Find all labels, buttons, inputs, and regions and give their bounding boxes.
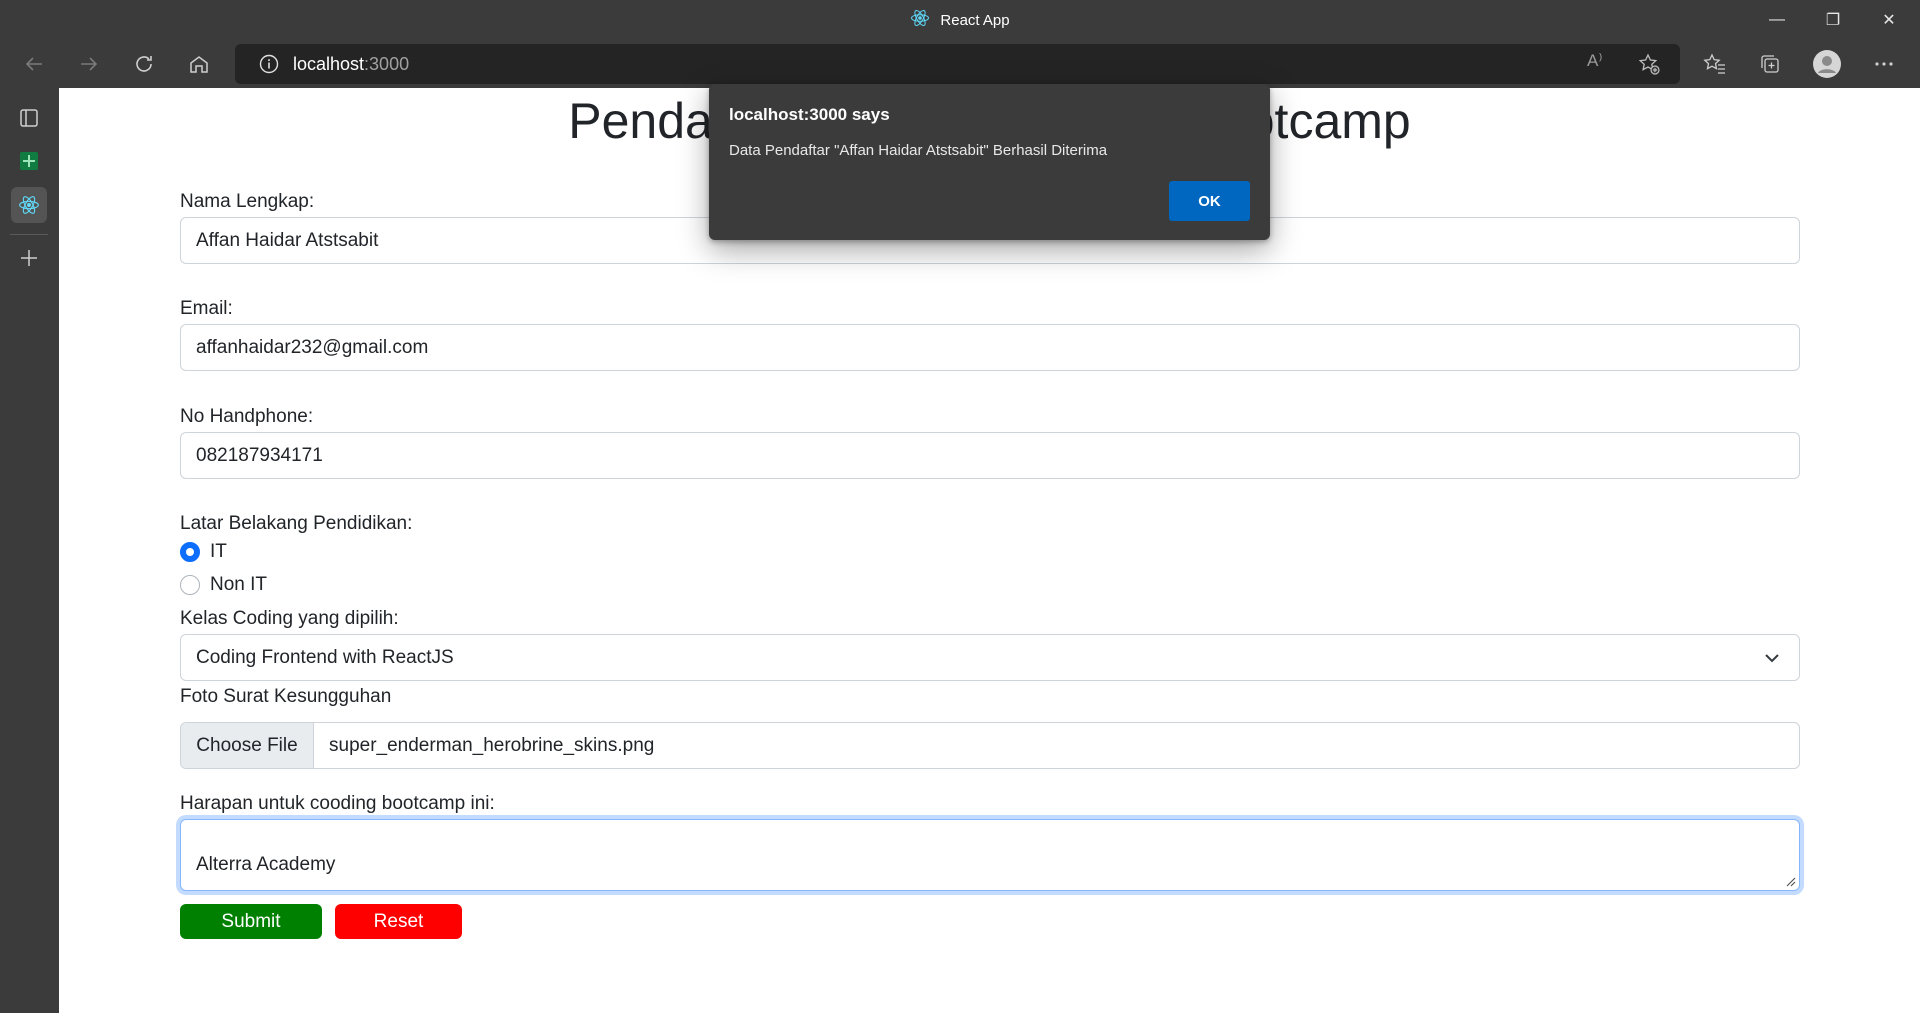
dialog-message: Data Pendaftar "Affan Haidar Atstsabit" … bbox=[729, 142, 1108, 159]
close-window-button[interactable]: ✕ bbox=[1861, 0, 1917, 40]
harapan-textarea[interactable]: Alterra Academy bbox=[180, 819, 1800, 891]
page-title-left: Pendaf bbox=[568, 93, 727, 149]
pendidikan-label: Latar Belakang Pendidikan: bbox=[180, 513, 413, 534]
radio-non-it[interactable]: Non IT bbox=[180, 574, 267, 596]
spreadsheet-icon bbox=[20, 152, 38, 170]
page-title-right: otcamp bbox=[1246, 93, 1411, 149]
tab-react-app[interactable] bbox=[11, 187, 47, 223]
minimize-button[interactable]: — bbox=[1749, 0, 1805, 40]
window-title: React App bbox=[0, 0, 1920, 40]
hp-label: No Handphone: bbox=[180, 406, 314, 427]
back-button[interactable] bbox=[16, 46, 52, 82]
tab-actions-icon bbox=[20, 109, 38, 127]
choose-file-button[interactable]: Choose File bbox=[181, 723, 314, 768]
vertical-tab-sidebar bbox=[0, 88, 59, 1013]
hp-input[interactable]: 082187934171 bbox=[180, 432, 1800, 479]
favorites-button[interactable] bbox=[1697, 46, 1733, 82]
email-label: Email: bbox=[180, 298, 233, 319]
close-icon: ✕ bbox=[1882, 12, 1896, 29]
site-info-icon[interactable] bbox=[249, 44, 289, 84]
plus-icon bbox=[21, 250, 37, 266]
radio-non-it-button[interactable] bbox=[180, 575, 200, 595]
email-input[interactable]: affanhaidar232@gmail.com bbox=[180, 324, 1800, 371]
home-icon bbox=[190, 56, 208, 73]
refresh-button[interactable] bbox=[126, 46, 162, 82]
settings-more-button[interactable] bbox=[1866, 46, 1902, 82]
arrow-right-icon bbox=[81, 57, 98, 71]
add-favorite-icon[interactable] bbox=[1637, 52, 1661, 81]
file-name: super_enderman_herobrine_skins.png bbox=[329, 734, 655, 756]
sidebar-divider bbox=[10, 234, 48, 235]
arrow-left-icon bbox=[25, 57, 42, 71]
minimize-icon: — bbox=[1769, 11, 1785, 28]
chevron-down-icon bbox=[1765, 654, 1779, 663]
react-logo-icon bbox=[19, 196, 39, 214]
file-input[interactable]: Choose File super_enderman_herobrine_ski… bbox=[180, 722, 1800, 769]
ok-button[interactable]: OK bbox=[1169, 181, 1250, 221]
new-tab-button[interactable] bbox=[11, 240, 47, 276]
kelas-label: Kelas Coding yang dipilih: bbox=[180, 608, 399, 629]
radio-it-label: IT bbox=[210, 541, 227, 562]
home-button[interactable] bbox=[181, 46, 217, 82]
radio-non-it-label: Non IT bbox=[210, 574, 268, 595]
alert-dialog: localhost:3000 says Data Pendaftar "Affa… bbox=[709, 84, 1270, 240]
refresh-icon bbox=[136, 56, 152, 72]
forward-button[interactable] bbox=[71, 46, 107, 82]
reset-button[interactable]: Reset bbox=[335, 904, 462, 939]
address-port: :3000 bbox=[364, 53, 410, 74]
radio-it[interactable]: IT bbox=[180, 541, 227, 563]
window-titlebar: React App — ❐ ✕ bbox=[0, 0, 1920, 40]
submit-button[interactable]: Submit bbox=[180, 904, 322, 939]
foto-label: Foto Surat Kesungguhan bbox=[180, 686, 392, 707]
browser-toolbar: localhost:3000 A⁾ bbox=[0, 40, 1920, 88]
nama-label: Nama Lengkap: bbox=[180, 191, 315, 212]
dialog-title: localhost:3000 says bbox=[729, 105, 890, 124]
harapan-label: Harapan untuk cooding bootcamp ini: bbox=[180, 793, 495, 814]
kelas-selected-value: Coding Frontend with ReactJS bbox=[196, 646, 454, 668]
collections-icon bbox=[1761, 55, 1779, 73]
address-host: localhost bbox=[293, 53, 365, 74]
profile-button[interactable] bbox=[1809, 46, 1845, 82]
restore-icon: ❐ bbox=[1825, 12, 1841, 29]
harapan-text: Alterra Academy bbox=[196, 854, 336, 875]
tab-actions-button[interactable] bbox=[11, 100, 47, 136]
more-icon bbox=[1875, 62, 1893, 66]
collections-button[interactable] bbox=[1752, 46, 1788, 82]
address-bar[interactable]: localhost:3000 A⁾ bbox=[235, 44, 1680, 84]
kelas-select[interactable]: Coding Frontend with ReactJS bbox=[180, 634, 1800, 681]
avatar-icon bbox=[1813, 50, 1841, 78]
read-aloud-icon[interactable]: A⁾ bbox=[1587, 51, 1603, 71]
favorites-icon bbox=[1703, 53, 1725, 74]
restore-button[interactable]: ❐ bbox=[1805, 0, 1861, 40]
window-title-text: React App bbox=[940, 11, 1010, 29]
tab-spreadsheet[interactable] bbox=[11, 143, 47, 179]
radio-it-button[interactable] bbox=[180, 542, 200, 562]
resize-grip-icon[interactable] bbox=[1784, 875, 1796, 887]
react-logo-icon bbox=[910, 8, 930, 32]
